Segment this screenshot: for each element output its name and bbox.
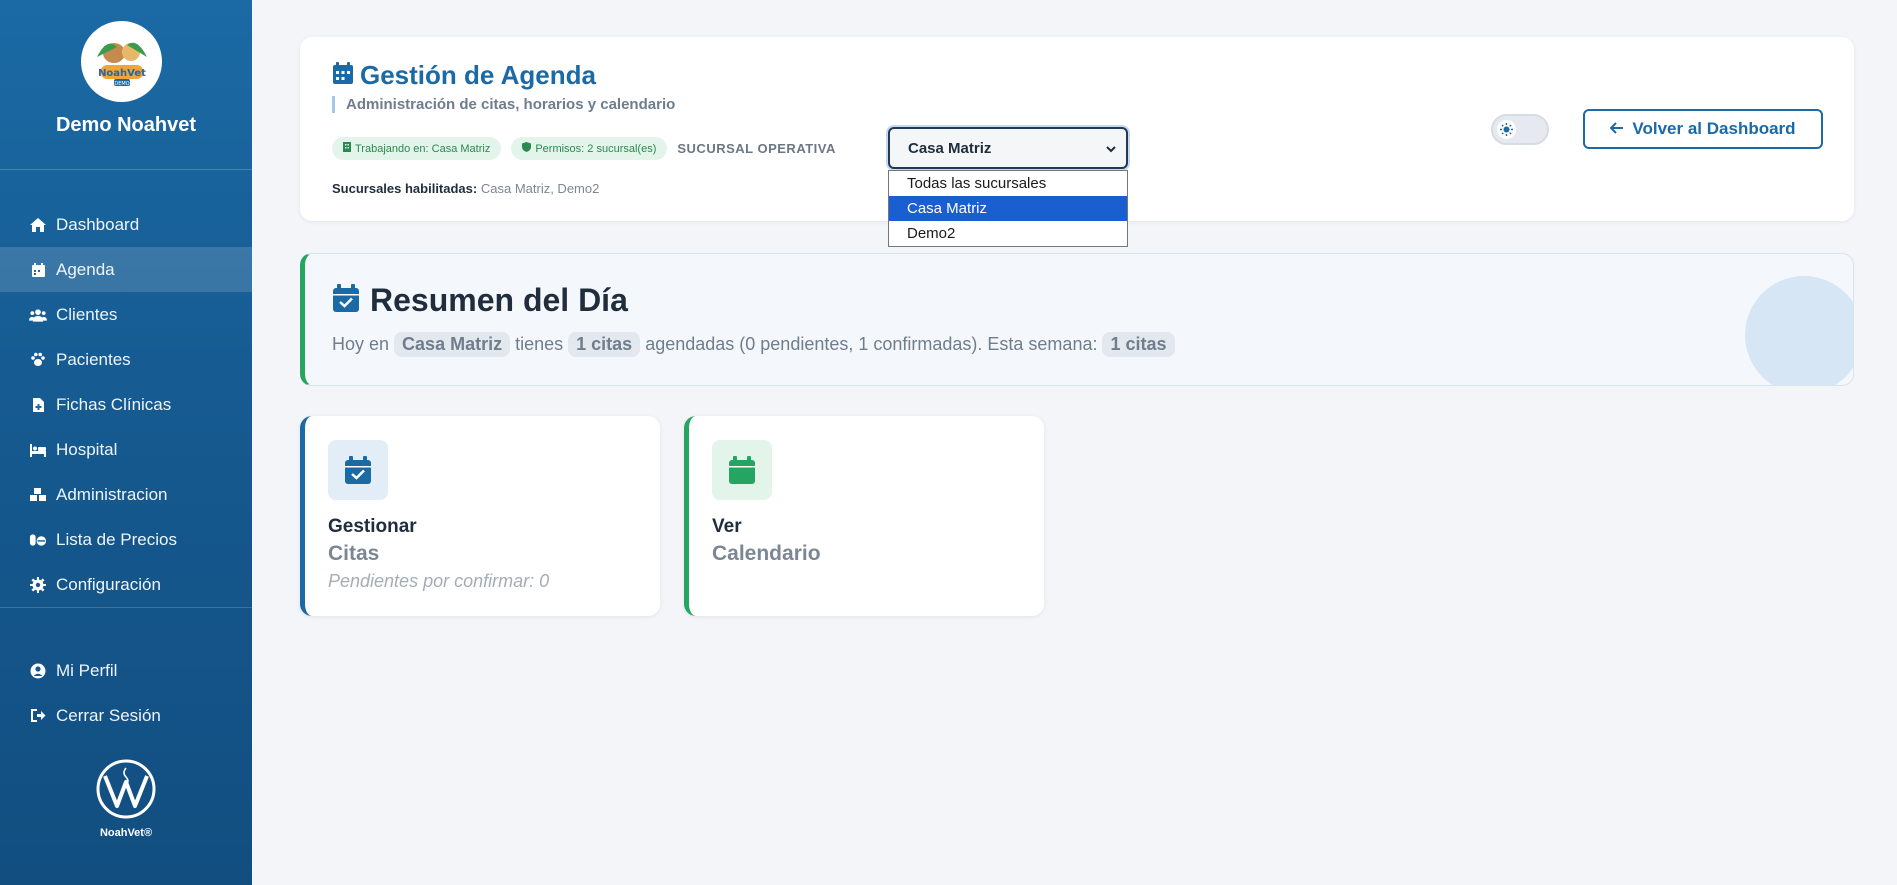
permissions-badge: Permisos: 2 sucursal(es): [511, 137, 668, 160]
view-calendar-card[interactable]: Ver Calendario: [684, 416, 1044, 616]
svg-text:NoahVet: NoahVet: [98, 68, 146, 79]
calendar-icon: [712, 440, 772, 500]
sidebar-item-label: Administracion: [56, 484, 168, 504]
sign-out-icon: [29, 707, 47, 725]
pills-icon: [29, 531, 47, 549]
action-subtitle: Calendario: [712, 542, 821, 565]
summary-text-detail: agendadas (0 pendientes, 1 confirmadas).…: [645, 334, 1098, 354]
calendar-icon: [29, 261, 47, 279]
svg-text:DEMO: DEMO: [114, 81, 129, 87]
sidebar-item-label: Lista de Precios: [56, 529, 177, 549]
action-subtitle: Citas: [328, 542, 380, 565]
sidebar-secondary-nav: Mi Perfil Cerrar Sesión: [0, 648, 252, 738]
users-icon: [29, 306, 47, 324]
working-branch-badge: Trabajando en: Casa Matriz: [332, 137, 502, 160]
summary-text-tienes: tienes: [515, 334, 564, 354]
calendar-check-icon: [328, 440, 388, 500]
sidebar-nav: Dashboard Agenda Clientes Pacientes Fich…: [0, 202, 252, 607]
summary-title-row: Resumen del Día: [332, 282, 628, 319]
noahvet-emblem-icon: [96, 759, 156, 819]
sidebar-item-clientes[interactable]: Clientes: [0, 292, 252, 337]
page-title: Gestión de Agenda: [360, 60, 596, 90]
permissions-text: Permisos: 2 sucursal(es): [535, 142, 657, 155]
summary-title: Resumen del Día: [370, 282, 628, 318]
manage-appointments-card[interactable]: Gestionar Citas Pendientes por confirmar…: [300, 416, 660, 616]
sucursal-operativa-label: SUCURSAL OPERATIVA: [677, 141, 836, 156]
sidebar-item-label: Clientes: [56, 304, 118, 324]
sidebar-divider: [0, 607, 252, 608]
enabled-branches-label: Sucursales habilitadas:: [332, 181, 478, 196]
sidebar-item-label: Fichas Clínicas: [56, 394, 172, 414]
pending-note: Pendientes por confirmar: 0: [328, 571, 550, 591]
calendar-check-icon: [332, 283, 360, 318]
paw-icon: [29, 351, 47, 369]
sidebar-item-fichas-clinicas[interactable]: Fichas Clínicas: [0, 382, 252, 427]
theme-toggle[interactable]: [1491, 114, 1549, 145]
brand-logo[interactable]: NoahVet DEMO: [81, 21, 162, 102]
sidebar-item-lista-de-precios[interactable]: Lista de Precios: [0, 517, 252, 562]
branch-badges: Trabajando en: Casa Matriz Permisos: 2 s…: [332, 137, 836, 160]
sidebar-item-cerrar-sesion[interactable]: Cerrar Sesión: [0, 693, 252, 738]
footer-text: NoahVet®: [99, 827, 153, 839]
sidebar-item-label: Configuración: [56, 574, 161, 594]
sidebar-item-label: Mi Perfil: [56, 660, 118, 680]
sidebar-brand: NoahVet DEMO Demo Noahvet: [0, 0, 252, 170]
page-subtitle: Administración de citas, horarios y cale…: [332, 96, 675, 113]
action-title: Gestionar: [328, 516, 417, 537]
enabled-branches: Sucursales habilitadas: Casa Matriz, Dem…: [332, 181, 599, 196]
back-to-dashboard-button[interactable]: Volver al Dashboard: [1583, 109, 1823, 149]
summary-branch-pill: Casa Matriz: [394, 332, 511, 357]
sidebar-item-mi-perfil[interactable]: Mi Perfil: [0, 648, 252, 693]
footer-logo: NoahVet®: [0, 758, 252, 839]
sidebar-item-dashboard[interactable]: Dashboard: [0, 202, 252, 247]
hospital-bed-icon: [29, 441, 47, 459]
sucursal-option-casa-matriz[interactable]: Casa Matriz: [889, 196, 1127, 221]
sidebar-item-agenda[interactable]: Agenda: [0, 247, 252, 292]
sidebar-item-label: Agenda: [56, 259, 115, 279]
sucursal-select[interactable]: Casa Matriz: [888, 127, 1128, 169]
sidebar-item-label: Dashboard: [56, 214, 140, 234]
sucursal-dropdown-list: Todas las sucursales Casa Matriz Demo2: [888, 170, 1128, 247]
chevron-down-icon: [1106, 140, 1116, 157]
daily-summary-card: Resumen del Día Hoy en Casa Matriz tiene…: [300, 253, 1854, 386]
brand-name: Demo Noahvet: [55, 114, 197, 136]
user-circle-icon: [29, 662, 47, 680]
sidebar: NoahVet DEMO Demo Noahvet Dashboard Agen…: [0, 0, 252, 885]
sun-icon: [1497, 120, 1516, 139]
summary-text-hoy: Hoy en: [332, 334, 390, 354]
sidebar-item-label: Pacientes: [56, 349, 131, 369]
summary-week-count-pill: 1 citas: [1102, 332, 1175, 357]
summary-text: Hoy en Casa Matriz tienes 1 citas agenda…: [332, 332, 1180, 357]
home-icon: [29, 216, 47, 234]
decorative-circle: [1745, 276, 1853, 385]
sidebar-item-administracion[interactable]: Administracion: [0, 472, 252, 517]
sidebar-item-hospital[interactable]: Hospital: [0, 427, 252, 472]
building-icon: [343, 142, 351, 155]
action-title: Ver: [712, 516, 742, 537]
sucursal-option-demo2[interactable]: Demo2: [889, 221, 1127, 246]
sidebar-item-pacientes[interactable]: Pacientes: [0, 337, 252, 382]
arrow-left-icon: [1610, 119, 1624, 139]
sidebar-item-label: Hospital: [56, 439, 118, 459]
file-medical-icon: [29, 396, 47, 414]
sidebar-item-configuracion[interactable]: Configuración: [0, 562, 252, 607]
summary-today-count-pill: 1 citas: [568, 332, 641, 357]
boxes-icon: [29, 486, 47, 504]
enabled-branches-value: Casa Matriz, Demo2: [480, 181, 600, 196]
sucursal-select-value: Casa Matriz: [908, 139, 992, 157]
shield-icon: [522, 142, 532, 155]
working-branch-text: Trabajando en: Casa Matriz: [355, 142, 491, 155]
page-title-row: Gestión de Agenda: [332, 60, 596, 91]
calendar-icon: [332, 61, 354, 90]
gear-icon: [29, 576, 47, 594]
sucursal-option-todas[interactable]: Todas las sucursales: [889, 171, 1127, 196]
sidebar-item-label: Cerrar Sesión: [56, 705, 161, 725]
back-button-label: Volver al Dashboard: [1632, 119, 1796, 138]
